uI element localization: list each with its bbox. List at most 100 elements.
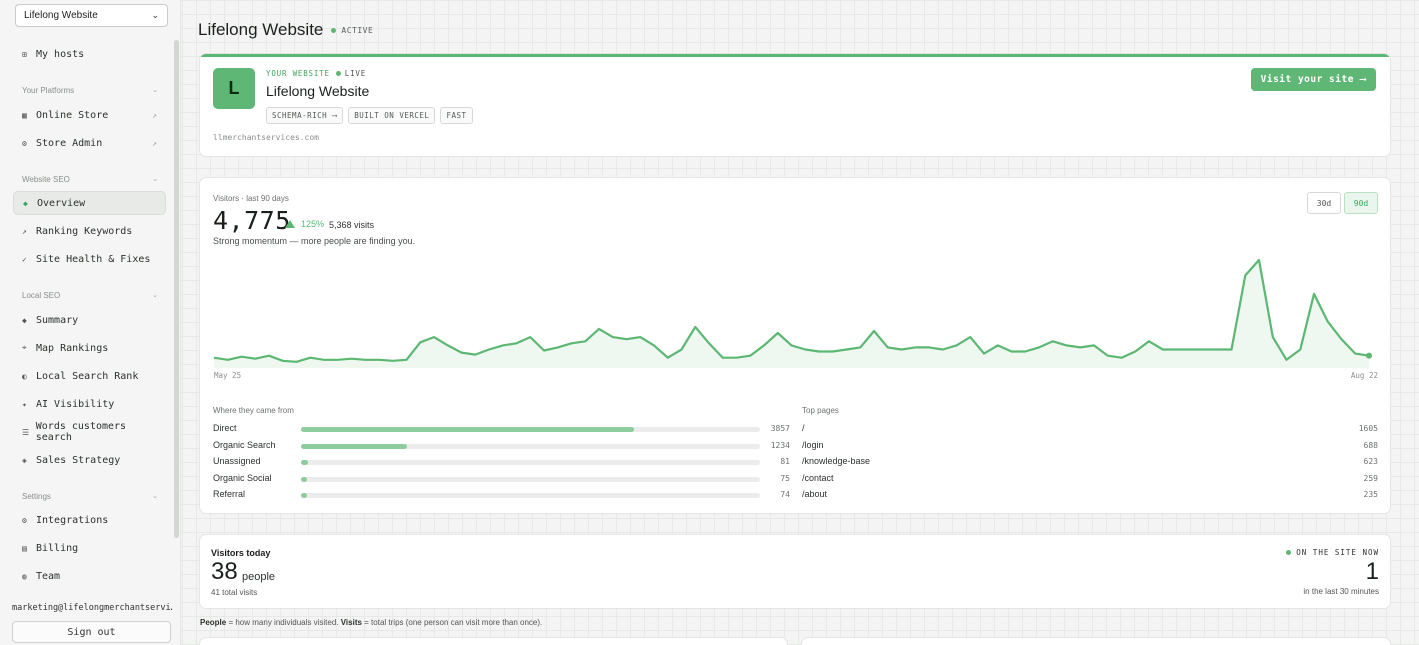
section-label-platforms[interactable]: Your Platforms ⌄ — [22, 86, 158, 95]
tag-fast: FAST — [440, 107, 473, 124]
on-site-count: 1 — [1365, 558, 1379, 585]
sidebar-item-label: My hosts — [36, 48, 85, 60]
chevron-icon: ⌄ — [152, 87, 158, 94]
tag-built-on-vercel: BUILT ON VERCEL — [348, 107, 436, 124]
sidebar-item-label: Store Admin — [36, 137, 103, 149]
sidebar-item-my-hosts[interactable]: ⊞ My hosts — [13, 42, 166, 66]
top-page-row[interactable]: / 1605 — [802, 423, 1378, 437]
top-page-row[interactable]: /about 235 — [802, 489, 1378, 503]
top-page-row[interactable]: /login 688 — [802, 440, 1378, 454]
section-label-local-seo[interactable]: Local SEO ⌄ — [22, 291, 158, 300]
section-label-settings[interactable]: Settings ⌄ — [22, 492, 158, 501]
source-name: Organic Social — [213, 472, 272, 483]
sidebar-item-label: Integrations — [36, 514, 109, 526]
sidebar-item-integrations[interactable]: ⚙ Integrations — [13, 508, 166, 532]
range-90d-button[interactable]: 90d — [1344, 192, 1378, 214]
website-tags: SCHEMA-RICH ⟶ BUILT ON VERCEL FAST — [266, 107, 473, 124]
chevron-icon: ⌄ — [152, 292, 158, 299]
sidebar-item-team[interactable]: ◍ Team — [13, 564, 166, 588]
source-bar-fill — [301, 476, 308, 482]
visitors-today-label: Visitors today — [211, 548, 271, 558]
sidebar-item-sales-strategy[interactable]: ◈ Sales Strategy — [13, 448, 166, 472]
sidebar-item-online-store[interactable]: ▦ Online Store ↗ — [13, 103, 166, 127]
sidebar-item-ai-visibility[interactable]: ✦ AI Visibility — [13, 392, 166, 416]
source-bar-track — [301, 443, 760, 449]
tag-schema-rich[interactable]: SCHEMA-RICH ⟶ — [266, 107, 344, 124]
source-bar-track — [301, 493, 760, 498]
visitors-chart — [213, 258, 1372, 368]
sidebar: Lifelong Website ⌄ ⊞ My hosts Your Platf… — [0, 0, 181, 645]
sidebar-item-label: Overview — [37, 197, 86, 209]
source-row: Organic Social 75 — [213, 473, 790, 487]
range-30d-button[interactable]: 30d — [1307, 192, 1341, 214]
live-text: LIVE — [344, 69, 367, 78]
site-select[interactable]: Lifelong Website ⌄ — [15, 4, 168, 27]
sidebar-item-billing[interactable]: ▤ Billing — [13, 536, 166, 560]
visitors-today-card: Visitors today 38 people 41 total visits… — [199, 534, 1391, 609]
diamond-icon: ◆ — [22, 315, 27, 325]
total-visits-today: 41 total visits — [211, 588, 258, 597]
website-name: Lifelong Website — [266, 83, 370, 99]
sidebar-item-label: Map Rankings — [36, 342, 109, 354]
status-dot — [331, 27, 337, 33]
source-value: 81 — [780, 457, 790, 466]
sidebar-item-map-rankings[interactable]: ⌖ Map Rankings — [13, 336, 166, 360]
sidebar-item-local-search-rank[interactable]: ◐ Local Search Rank — [13, 364, 166, 388]
website-domain: llmerchantservices.com — [213, 133, 319, 142]
page-views: 1605 — [1358, 424, 1378, 433]
page-views: 623 — [1363, 457, 1378, 466]
source-bar-fill — [301, 443, 408, 449]
source-row: Referral 74 — [213, 489, 790, 503]
page-views: 235 — [1363, 490, 1378, 499]
source-value: 1234 — [770, 440, 790, 450]
x-axis-start-label: May 25 — [214, 371, 242, 380]
source-bar-track — [301, 427, 760, 432]
external-link-icon: ↗ — [152, 138, 157, 148]
sidebar-item-label: AI Visibility — [36, 398, 115, 410]
page-title: Lifelong Website ACTIVE — [198, 20, 373, 40]
on-site-dot — [1286, 550, 1292, 555]
source-bar-fill — [301, 427, 634, 432]
eyebrow-label: YOUR WEBSITE — [266, 69, 330, 78]
sidebar-item-label: Summary — [36, 314, 79, 326]
chevron-down-icon: ⌄ — [151, 10, 159, 20]
trend-icon: ↗ — [22, 226, 27, 236]
visits-count: 5,368 visits — [329, 220, 375, 230]
source-value: 3857 — [770, 424, 790, 433]
visitors-label: Visitors · last 90 days — [213, 194, 289, 203]
site-select-value: Lifelong Website — [24, 10, 98, 21]
sign-out-button[interactable]: Sign out — [12, 621, 171, 643]
source-bar-fill — [301, 460, 308, 465]
store-icon: ▦ — [22, 110, 27, 120]
target-icon: ◈ — [22, 455, 27, 465]
sidebar-item-store-admin[interactable]: ⚙ Store Admin ↗ — [13, 131, 166, 155]
sidebar-item-overview[interactable]: ◆ Overview — [13, 191, 166, 215]
sources-title: Where they came from — [213, 406, 294, 415]
chevron-icon: ⌄ — [152, 176, 158, 183]
sidebar-scrollbar[interactable] — [174, 40, 179, 538]
live-dot — [335, 71, 341, 76]
source-row: Direct 3857 — [213, 423, 790, 437]
sidebar-item-ranking-keywords[interactable]: ↗ Ranking Keywords — [13, 219, 166, 243]
diamond-icon: ◆ — [23, 198, 28, 208]
source-name: Organic Search — [213, 439, 276, 450]
sidebar-item-site-health[interactable]: ✓ Site Health & Fixes — [13, 247, 166, 271]
source-bar-fill — [301, 493, 308, 498]
on-site-label: ON THE SITE NOW — [1286, 548, 1379, 557]
people-def: = how many individuals visited. — [226, 618, 341, 627]
sidebar-item-label: Site Health & Fixes — [36, 253, 151, 265]
page-path: /knowledge-base — [802, 456, 871, 466]
sidebar-item-words-customers[interactable]: ☰ Words customers search — [13, 420, 166, 444]
visits-def: = total trips (one person can visit more… — [361, 618, 543, 627]
visit-site-button[interactable]: Visit your site ⟶ — [1251, 68, 1376, 91]
top-page-row[interactable]: /knowledge-base 623 — [802, 456, 1378, 470]
sidebar-item-summary[interactable]: ◆ Summary — [13, 308, 166, 332]
half-circle-icon: ◐ — [22, 371, 27, 381]
chart-series-line — [213, 258, 1370, 363]
source-bar-track — [301, 476, 760, 482]
top-page-row[interactable]: /contact 259 — [802, 473, 1378, 487]
chart-end-point — [1366, 352, 1372, 359]
source-name: Unassigned — [213, 456, 261, 466]
section-label-website-seo[interactable]: Website SEO ⌄ — [22, 175, 158, 184]
sidebar-item-label: Sales Strategy — [36, 454, 121, 466]
